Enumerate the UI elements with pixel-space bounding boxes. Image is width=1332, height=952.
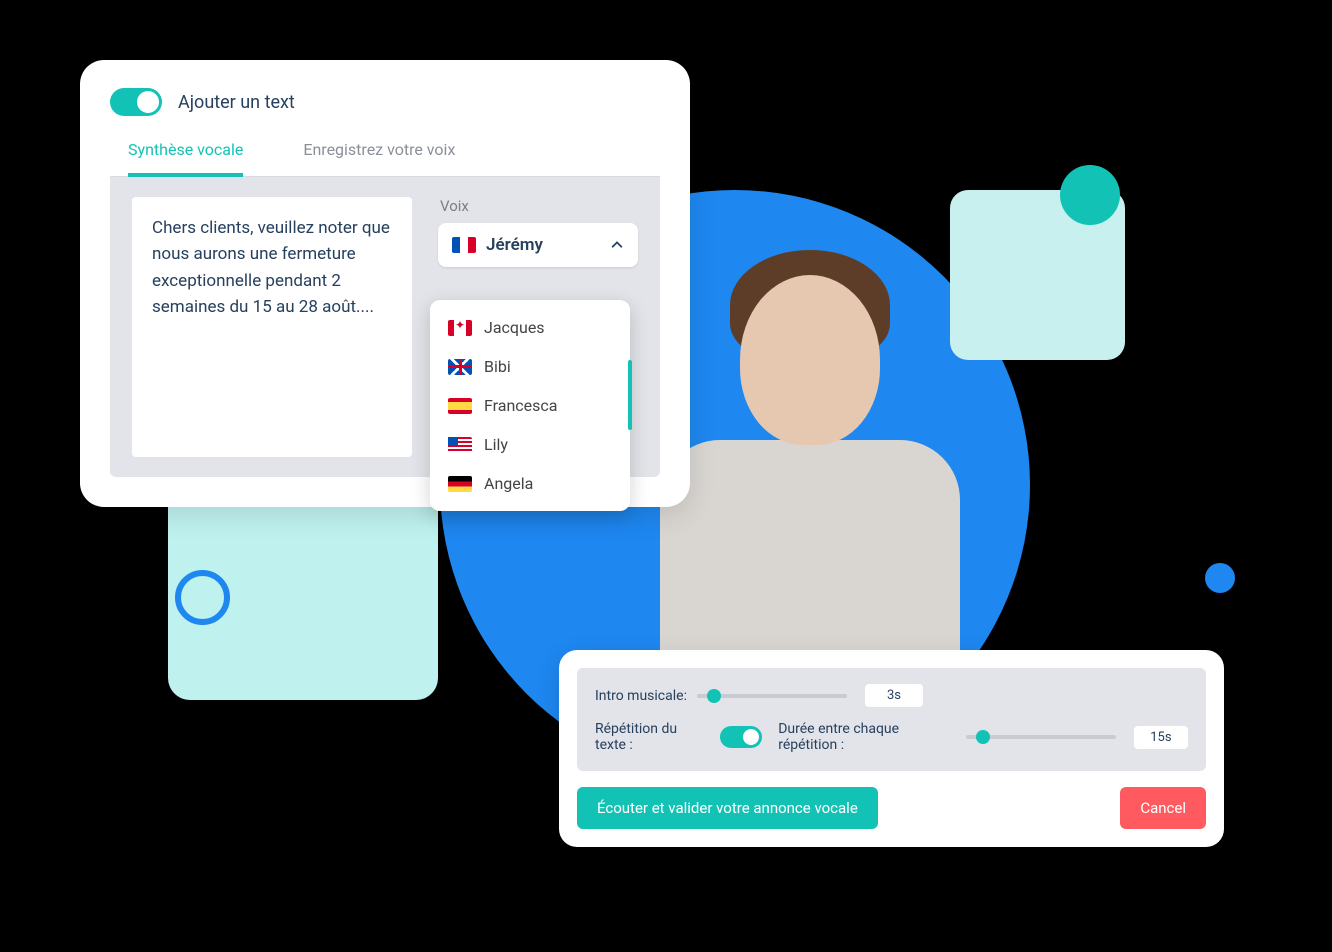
voice-option-label: Jacques <box>484 318 545 337</box>
flag-fr-icon <box>452 237 476 253</box>
voice-select[interactable]: Jérémy <box>438 223 638 267</box>
dropdown-scrollbar[interactable] <box>628 360 632 430</box>
voice-option-label: Angela <box>484 474 533 493</box>
gap-slider[interactable] <box>966 735 1116 739</box>
voice-option-bibi[interactable]: Bibi <box>430 347 630 386</box>
flag-uk-icon <box>448 359 472 375</box>
decor-dot-blue <box>1205 563 1235 593</box>
cancel-button[interactable]: Cancel <box>1120 787 1206 829</box>
decor-ring <box>175 570 230 625</box>
repeat-toggle[interactable] <box>720 726 762 748</box>
settings-card: Intro musicale: 3s Répétition du texte :… <box>559 650 1224 847</box>
flag-us-icon <box>448 437 472 453</box>
intro-value: 3s <box>865 684 923 707</box>
gap-label: Durée entre chaque répétition : <box>778 721 956 753</box>
add-text-toggle[interactable] <box>110 88 162 116</box>
voice-selected-name: Jérémy <box>486 235 543 255</box>
repeat-label: Répétition du texte : <box>595 721 710 753</box>
flag-es-icon <box>448 398 472 414</box>
listen-validate-button[interactable]: Écouter et valider votre annonce vocale <box>577 787 878 829</box>
voice-option-label: Bibi <box>484 357 511 376</box>
voice-option-lily[interactable]: Lily <box>430 425 630 464</box>
voice-option-jacques[interactable]: Jacques <box>430 308 630 347</box>
tabs: Synthèse vocale Enregistrez votre voix <box>110 140 660 177</box>
voice-option-angela[interactable]: Angela <box>430 464 630 503</box>
voice-option-francesca[interactable]: Francesca <box>430 386 630 425</box>
message-textarea[interactable]: Chers clients, veuillez noter que nous a… <box>132 197 412 457</box>
intro-slider[interactable] <box>697 694 847 698</box>
voice-label: Voix <box>440 197 638 215</box>
flag-de-icon <box>448 476 472 492</box>
chevron-up-icon <box>610 238 624 252</box>
decor-dot-teal <box>1060 165 1120 225</box>
flag-ca-icon <box>448 320 472 336</box>
tab-tts[interactable]: Synthèse vocale <box>128 140 243 177</box>
add-text-label: Ajouter un text <box>178 92 295 113</box>
intro-label: Intro musicale: <box>595 688 687 704</box>
voice-dropdown: Jacques Bibi Francesca Lily Angela <box>430 300 630 511</box>
voice-option-label: Francesca <box>484 396 557 415</box>
voice-option-label: Lily <box>484 435 508 454</box>
tab-record[interactable]: Enregistrez votre voix <box>303 140 455 176</box>
gap-value: 15s <box>1134 726 1188 749</box>
